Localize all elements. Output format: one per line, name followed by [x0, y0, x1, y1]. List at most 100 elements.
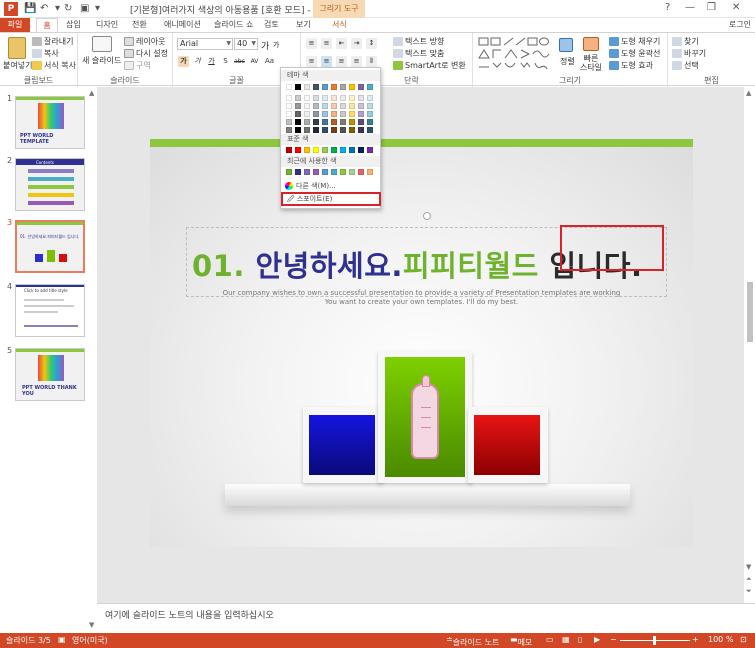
theme-color-swatch[interactable]: [295, 95, 301, 101]
scroll-thumb[interactable]: [747, 282, 753, 342]
cut-button[interactable]: 잘라내기: [32, 36, 73, 47]
italic-button[interactable]: 가: [192, 56, 203, 67]
theme-color-swatch[interactable]: [358, 111, 364, 117]
recent-color-swatch[interactable]: [349, 169, 355, 175]
theme-color-swatch[interactable]: [322, 84, 328, 90]
help-icon[interactable]: ?: [665, 2, 670, 13]
columns-icon[interactable]: ⫴: [366, 56, 377, 67]
undo-icon[interactable]: ↶: [40, 2, 48, 16]
chevron-down-icon[interactable]: ▼: [251, 39, 256, 49]
spellcheck-icon[interactable]: ▣: [58, 635, 66, 644]
theme-color-swatch[interactable]: [322, 119, 328, 125]
theme-color-swatch[interactable]: [304, 103, 310, 109]
tab-view[interactable]: 보기: [292, 18, 315, 32]
theme-color-swatch[interactable]: [286, 84, 292, 90]
text-direction-button[interactable]: 텍스트 방향: [393, 36, 444, 47]
theme-color-swatch[interactable]: [331, 103, 337, 109]
theme-color-swatch[interactable]: [331, 95, 337, 101]
current-slide[interactable]: 01. 안녕하세요.피피티월드 입니다. Our company wishes …: [150, 139, 693, 547]
theme-color-swatch[interactable]: [322, 111, 328, 117]
quick-styles-icon[interactable]: [583, 37, 599, 51]
theme-color-swatch[interactable]: [304, 95, 310, 101]
slideshow-view-icon[interactable]: ▶: [594, 635, 600, 644]
layout-button[interactable]: 레이아웃: [124, 36, 165, 47]
theme-color-swatch[interactable]: [295, 111, 301, 117]
recent-color-swatch[interactable]: [304, 169, 310, 175]
shape-outline-button[interactable]: 도형 윤곽선: [609, 48, 660, 59]
theme-color-swatch[interactable]: [295, 119, 301, 125]
line-shape-icon[interactable]: [503, 37, 514, 46]
reset-button[interactable]: 다시 설정: [124, 48, 168, 59]
theme-color-swatch[interactable]: [340, 119, 346, 125]
standard-color-swatch[interactable]: [367, 147, 373, 153]
recent-color-swatch[interactable]: [313, 169, 319, 175]
minimize-icon[interactable]: —: [685, 2, 695, 13]
theme-color-swatch[interactable]: [367, 84, 373, 90]
theme-color-swatch[interactable]: [358, 119, 364, 125]
theme-color-swatch[interactable]: [358, 95, 364, 101]
comments-button[interactable]: ▬ 메모: [510, 635, 532, 647]
find-button[interactable]: 찾기: [672, 36, 699, 47]
decrease-indent-icon[interactable]: ⇤: [336, 38, 347, 49]
theme-color-swatch[interactable]: [295, 84, 301, 90]
language-indicator[interactable]: 영어(미국): [72, 635, 108, 646]
eyedropper-item[interactable]: 🖉 스포이트(E): [281, 192, 381, 206]
notes-placeholder[interactable]: 여기에 슬라이드 노트의 내용을 입력하십시오: [105, 608, 274, 621]
theme-color-swatch[interactable]: [349, 119, 355, 125]
tab-slideshow[interactable]: 슬라이드 쇼: [210, 18, 257, 32]
theme-color-swatch[interactable]: [349, 127, 355, 133]
theme-color-swatch[interactable]: [295, 127, 301, 133]
zoom-out-icon[interactable]: −: [610, 635, 617, 644]
slide-thumbnail-3[interactable]: 01. 안녕하세요.피피티월드 입니다.: [15, 220, 85, 273]
standard-color-swatch[interactable]: [331, 147, 337, 153]
align-left-icon[interactable]: ≡: [306, 56, 317, 67]
slide-thumbnail-2[interactable]: Contents: [15, 158, 85, 211]
theme-color-swatch[interactable]: [295, 103, 301, 109]
tab-format[interactable]: 서식: [328, 18, 351, 32]
chevron-down-icon[interactable]: ▼: [226, 39, 231, 49]
theme-color-swatch[interactable]: [340, 95, 346, 101]
slide-thumbnail-4[interactable]: Click to add title style: [15, 284, 85, 337]
quick-styles-button[interactable]: 빠른 스타일: [579, 54, 603, 72]
reading-view-icon[interactable]: ▯: [578, 635, 582, 644]
zoom-in-icon[interactable]: +: [692, 635, 699, 644]
align-right-icon[interactable]: ≡: [336, 56, 347, 67]
chevron-shape-icon[interactable]: [504, 49, 518, 59]
theme-color-swatch[interactable]: [367, 119, 373, 125]
tab-animations[interactable]: 애니메이션: [160, 18, 205, 32]
theme-color-swatch[interactable]: [358, 127, 364, 133]
recent-color-swatch[interactable]: [358, 169, 364, 175]
theme-color-swatch[interactable]: [367, 111, 373, 117]
down-shape-icon[interactable]: [492, 62, 502, 68]
theme-color-swatch[interactable]: [313, 95, 319, 101]
align-text-button[interactable]: 텍스트 맞춤: [393, 48, 444, 59]
recent-color-swatch[interactable]: [367, 169, 373, 175]
theme-color-swatch[interactable]: [304, 119, 310, 125]
recent-color-swatch[interactable]: [295, 169, 301, 175]
font-name-box[interactable]: Arial ▼: [177, 38, 233, 50]
theme-color-swatch[interactable]: [313, 103, 319, 109]
theme-color-swatch[interactable]: [349, 103, 355, 109]
standard-color-swatch[interactable]: [322, 147, 328, 153]
standard-color-swatch[interactable]: [358, 147, 364, 153]
select-button[interactable]: 선택: [672, 60, 699, 71]
paste-button[interactable]: 붙여넣기: [3, 60, 32, 71]
increase-indent-icon[interactable]: ⇥: [351, 38, 362, 49]
recent-color-swatch[interactable]: [286, 169, 292, 175]
standard-color-swatch[interactable]: [295, 147, 301, 153]
previous-slide-icon[interactable]: ⏶: [746, 575, 752, 584]
close-icon[interactable]: ✕: [732, 2, 740, 13]
numbering-icon[interactable]: ≡: [321, 38, 332, 49]
theme-color-swatch[interactable]: [331, 84, 337, 90]
arrange-icon[interactable]: [559, 38, 573, 52]
line-spacing-icon[interactable]: ↕: [366, 38, 377, 49]
canvas-scrollbar[interactable]: ▲ ▼ ⏶ ⏷: [743, 87, 755, 603]
theme-color-swatch[interactable]: [367, 127, 373, 133]
change-case-button[interactable]: Aa: [264, 56, 275, 67]
theme-color-swatch[interactable]: [349, 95, 355, 101]
arrow-shape-icon[interactable]: [515, 37, 526, 46]
theme-color-swatch[interactable]: [367, 103, 373, 109]
theme-color-swatch[interactable]: [331, 119, 337, 125]
fit-slide-icon[interactable]: ⊡: [740, 635, 747, 644]
zoom-slider-thumb[interactable]: [653, 636, 656, 645]
